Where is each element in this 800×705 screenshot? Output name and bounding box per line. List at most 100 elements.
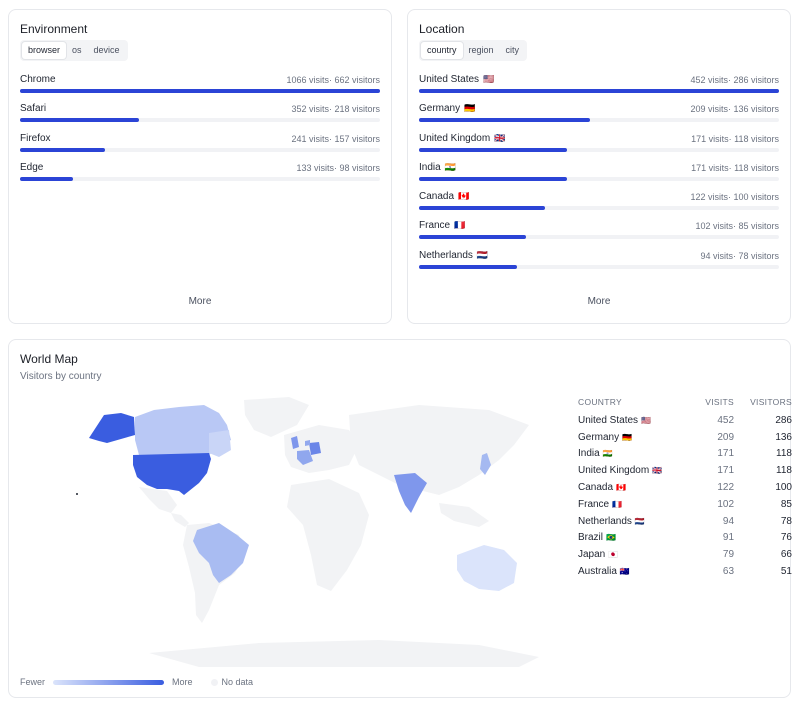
location-tab-country[interactable]: country xyxy=(421,42,463,59)
environment-tabs: browser os device xyxy=(20,40,128,61)
location-row[interactable]: France 🇫🇷 102 visits· 85 visitors xyxy=(419,218,779,247)
visits-cell: 122 xyxy=(717,482,735,494)
environment-tab-device[interactable]: device xyxy=(88,42,126,59)
country-table-row[interactable]: United Kingdom 🇬🇧 171 118 xyxy=(578,462,792,479)
country-table-row[interactable]: United States 🇺🇸 452 286 xyxy=(578,412,792,429)
flag-icon: 🇯🇵 xyxy=(608,550,619,560)
environment-row[interactable]: Edge 133 visits· 98 visitors xyxy=(20,160,380,189)
environment-row-bar-fill xyxy=(20,118,139,123)
map-region-australia[interactable] xyxy=(457,545,517,591)
environment-tab-os[interactable]: os xyxy=(66,42,88,59)
map-region-canada-east[interactable] xyxy=(209,430,231,457)
country-name: United States xyxy=(578,414,639,426)
location-more-button[interactable]: More xyxy=(408,296,790,307)
location-row-label: India 🇮🇳 xyxy=(419,162,456,173)
location-row-name: France xyxy=(419,220,451,232)
location-row[interactable]: United States 🇺🇸 452 visits· 286 visitors xyxy=(419,72,779,101)
legend-more-label: More xyxy=(172,677,193,687)
visitors-cell: 136 xyxy=(775,431,792,443)
location-tabs: country region city xyxy=(419,40,528,61)
location-row-stat: 209 visits· 136 visitors xyxy=(690,104,779,115)
location-row-name: United States xyxy=(419,74,480,85)
map-region-africa[interactable] xyxy=(287,479,369,591)
visitors-cell: 118 xyxy=(776,448,792,460)
flag-icon: 🇨🇦 xyxy=(616,483,626,493)
environment-row-label: Edge xyxy=(20,162,43,173)
environment-row-name: Chrome xyxy=(20,74,56,85)
environment-row-label: Chrome xyxy=(20,74,56,85)
map-region-southeast-asia[interactable] xyxy=(439,503,489,527)
location-tab-region[interactable]: region xyxy=(463,42,500,59)
country-name: Germany xyxy=(578,431,620,443)
country-table-row[interactable]: Japan 🇯🇵 79 66 xyxy=(578,546,792,563)
legend-nodata-label: No data xyxy=(221,677,254,687)
world-map[interactable] xyxy=(59,395,559,670)
location-row[interactable]: Canada 🇨🇦 122 visits· 100 visitors xyxy=(419,189,779,218)
map-region-alaska[interactable] xyxy=(89,413,135,443)
visitors-header[interactable]: VISITORS xyxy=(734,392,792,412)
visitors-cell: 118 xyxy=(776,465,792,477)
country-table-row[interactable]: Australia 🇦🇺 63 51 xyxy=(578,563,792,580)
environment-tab-browser[interactable]: browser xyxy=(22,42,67,59)
visitors-cell: 85 xyxy=(780,498,792,510)
country-name: Brazil xyxy=(578,532,604,544)
country-table-row[interactable]: Germany 🇩🇪 209 136 xyxy=(578,429,792,446)
country-table-row[interactable]: France 🇫🇷 102 85 xyxy=(578,496,792,513)
environment-row-label: Safari xyxy=(20,103,46,114)
map-region-netherlands[interactable] xyxy=(305,440,310,446)
location-row[interactable]: Germany 🇩🇪 209 visits· 136 visitors xyxy=(419,101,779,130)
environment-row[interactable]: Safari 352 visits· 218 visitors xyxy=(20,101,380,130)
country-table-row[interactable]: Canada 🇨🇦 122 100 xyxy=(578,479,792,496)
country-table-row[interactable]: Netherlands 🇳🇱 94 78 xyxy=(578,513,792,530)
map-region-central-america[interactable] xyxy=(171,513,189,527)
visits-header[interactable]: VISITS xyxy=(694,392,734,412)
location-tab-city[interactable]: city xyxy=(500,42,526,59)
country-table-row[interactable]: India 🇮🇳 171 118 xyxy=(578,446,792,463)
environment-row-bar-track xyxy=(20,147,380,152)
visits-cell: 452 xyxy=(717,414,735,426)
visitors-cell: 286 xyxy=(775,414,792,426)
environment-row-bar-fill xyxy=(20,89,380,93)
visitors-cell: 100 xyxy=(775,482,792,494)
map-region-germany[interactable] xyxy=(309,442,321,455)
environment-row[interactable]: Chrome 1066 visits· 662 visitors xyxy=(20,72,380,101)
location-row-stat: 452 visits· 286 visitors xyxy=(690,75,779,85)
environment-more-button[interactable]: More xyxy=(9,296,391,307)
location-row[interactable]: United Kingdom 🇬🇧 171 visits· 118 visitors xyxy=(419,131,779,160)
map-region-asia[interactable] xyxy=(349,405,529,495)
map-region-europe[interactable] xyxy=(284,425,359,473)
environment-card: Environment browser os device Chrome 1066 v… xyxy=(8,9,392,324)
environment-row[interactable]: Firefox 241 visits· 157 visitors xyxy=(20,131,380,160)
country-header[interactable]: COUNTRY xyxy=(578,392,694,412)
location-row-bar-fill xyxy=(419,89,779,93)
location-row-label: Netherlands 🇳🇱 xyxy=(419,250,488,261)
visits-cell: 94 xyxy=(722,515,735,527)
country-cell: India 🇮🇳 xyxy=(578,446,694,463)
visits-cell: 209 xyxy=(717,431,735,443)
map-region-india[interactable] xyxy=(394,473,427,513)
map-region-antarctica[interactable] xyxy=(149,640,539,667)
location-row-name: Germany xyxy=(419,103,461,115)
location-row[interactable]: India 🇮🇳 171 visits· 118 visitors xyxy=(419,160,779,189)
world-map-card: World Map Visitors by country COUNTRY VI… xyxy=(8,339,792,698)
location-row-stat: 94 visits· 78 visitors xyxy=(700,250,779,261)
country-cell: France 🇫🇷 xyxy=(578,496,694,513)
country-table-row[interactable]: Brazil 🇧🇷 91 76 xyxy=(578,530,792,547)
location-row-stat: 171 visits· 118 visitors xyxy=(691,133,779,144)
location-row-name: India xyxy=(419,161,441,173)
map-region-island xyxy=(76,493,78,495)
environment-row-stat: 1066 visits· 662 visitors xyxy=(286,75,380,85)
environment-row-stat: 133 visits· 98 visitors xyxy=(296,162,380,173)
country-cell: Brazil 🇧🇷 xyxy=(578,530,694,547)
location-row-bar-fill xyxy=(419,264,517,269)
location-row-label: United States 🇺🇸 xyxy=(419,74,494,85)
environment-row-bar-track xyxy=(20,118,380,123)
country-cell: United States 🇺🇸 xyxy=(578,412,694,429)
location-row-bar-fill xyxy=(419,206,545,211)
flag-icon: 🇫🇷 xyxy=(612,499,623,509)
environment-row-name: Edge xyxy=(20,161,44,173)
location-row-stat: 122 visits· 100 visitors xyxy=(690,192,779,203)
map-region-mexico[interactable] xyxy=(139,487,177,513)
world-map-title: World Map xyxy=(20,352,78,366)
location-row[interactable]: Netherlands 🇳🇱 94 visits· 78 visitors xyxy=(419,248,779,277)
